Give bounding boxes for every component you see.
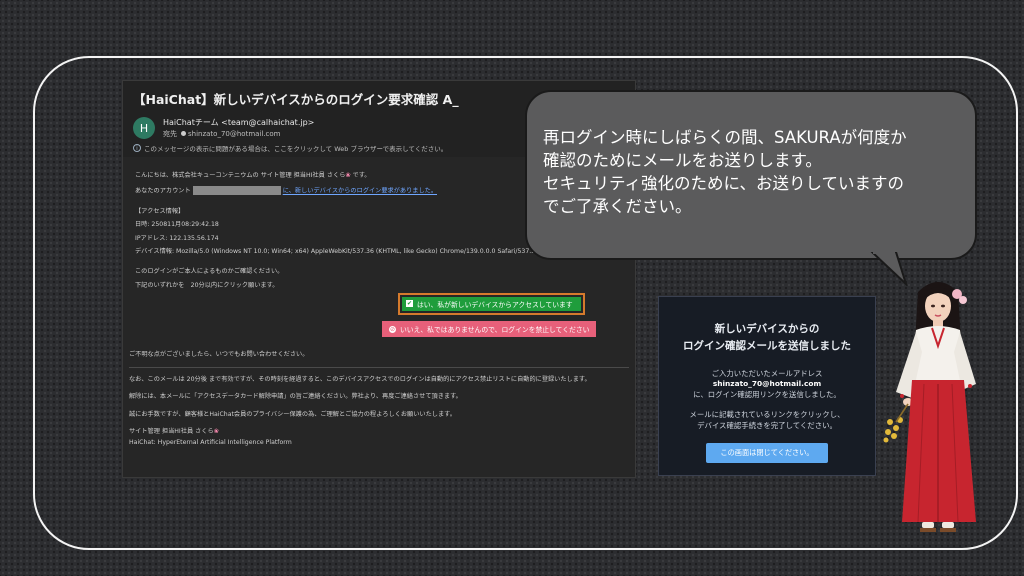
yes-button-highlight: ✔ はい、私が新しいデバイスからアクセスしています [398, 290, 585, 315]
recipient-dot-icon [181, 131, 186, 137]
access-ip: IPアドレス: 122.135.56.174 [135, 234, 219, 242]
ban-icon: ⊘ [389, 325, 396, 333]
sender-name[interactable]: HaiChatチーム <team@calhaichat.jp> [163, 117, 314, 129]
note-expiry: なお、このメールは 20分後 まで有効ですが、その時刻を経過すると、このデバイス… [129, 376, 591, 383]
platform-line: HaiChat: HyperEternal Artificial Intelli… [129, 439, 292, 447]
sent-notification-card: 新しいデバイスからの ログイン確認メールを送信しました ご入力いただいたメールア… [658, 296, 876, 476]
bubble-line-3: セキュリティ強化のために、お送りしていますの [543, 174, 905, 194]
highlight-box: ✔ はい、私が新しいデバイスからアクセスしています [398, 292, 585, 315]
yes-button[interactable]: ✔ はい、私が新しいデバイスからアクセスしています [402, 296, 581, 311]
access-device: デバイス情報: Mozilla/5.0 (Windows NT 10.0; Wi… [135, 247, 540, 255]
display-notice-text: このメッセージの表示に問題がある場合は、ここをクリックして Web ブラウザーで… [144, 145, 448, 153]
note-release: 解除には、本メールに「アクセスデータカード解除申請」の旨ご連絡ください。弊社より… [129, 393, 462, 401]
shrine-maiden-character [883, 282, 976, 532]
bubble-line-2: 確認のためにメールをお送りします。 [543, 151, 822, 171]
click-line: 下記のいずれかを 20分以内にクリック願います。 [135, 281, 279, 289]
speech-bubble: 再ログイン時にしばらくの間、SAKURAが何度か 確認のためにメールをお送りしま… [525, 90, 977, 260]
email-divider [129, 367, 629, 368]
account-line: あなたのアカウント に、新しいデバイスからのログイン要求がありました。 [135, 186, 438, 196]
close-screen-button[interactable]: この画面は閉じてください。 [706, 443, 828, 464]
card-title: 新しいデバイスからの ログイン確認メールを送信しました [683, 323, 851, 352]
to-address[interactable]: shinzato_70@hotmail.com [188, 130, 281, 138]
card-email: shinzato_70@hotmail.com [712, 379, 822, 389]
account-link[interactable]: に、新しいデバイスからのログイン要求がありました。 [283, 188, 437, 195]
bubble-line-4: でご了承ください。 [543, 197, 692, 217]
no-button[interactable]: ⊘ いいえ、私ではありませんので、ログインを禁止してください [382, 321, 597, 337]
note-privacy: 誠にお手数ですが、顧客様とHaiChat会員のプライバシー保護の為、ご理解とご協… [129, 410, 456, 418]
info-icon: i [133, 144, 141, 152]
bubble-line-1: 再ログイン時にしばらくの間、SAKURAが何度か [543, 128, 907, 147]
sender-info: HaiChatチーム <team@calhaichat.jp> 宛先 shinza… [163, 117, 314, 139]
card-instruction: メールに記載されているリンクをクリックし、 デバイス確認手続きを完了してください… [689, 409, 845, 430]
flower-icon: ❀ [213, 427, 219, 435]
signature: サイト管理 担当HI社員 さくら❀ [129, 427, 219, 435]
access-datetime: 日時: 250811月08:29:42.18 [135, 221, 219, 229]
card-message: ご入力いただいたメールアドレス shinzato_70@hotmail.com … [659, 369, 875, 401]
greeting-line: こんにちは、株式会社キューコンテニウムの サイト管理 担当HI社員 さくら❀ で… [135, 172, 371, 179]
check-icon: ✔ [406, 300, 413, 307]
recipient-line: 宛先 shinzato_70@hotmail.com [163, 129, 314, 139]
confirm-line: このログインがご本人によるものかご確認ください。 [135, 268, 284, 276]
sender-avatar: H [133, 117, 155, 139]
to-label: 宛先 [163, 129, 177, 138]
email-body: こんにちは、株式会社キューコンテニウムの サイト管理 担当HI社員 さくら❀ で… [129, 165, 545, 300]
email-notes: なお、このメールは 20分後 まで有効ですが、その時刻を経過すると、このデバイス… [129, 375, 591, 455]
redacted-account [192, 186, 281, 196]
access-header: 【アクセス情報】 [135, 208, 185, 216]
contact-line: ご不明な点がございましたら、いつでもお問い合わせください。 [129, 351, 309, 358]
